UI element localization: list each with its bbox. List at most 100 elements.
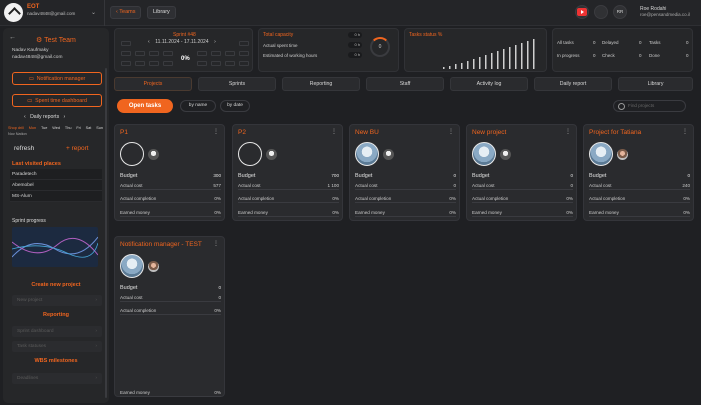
- member-avatar[interactable]: [266, 149, 277, 160]
- sprint-tile: [135, 51, 145, 56]
- sprint-tile: [211, 51, 221, 56]
- more-options-icon[interactable]: ⋮: [682, 128, 688, 135]
- project-title[interactable]: Project for Tatiana: [589, 129, 641, 136]
- project-card[interactable]: P2 ⋮ Budget 700 Actual cost 1 100 Actual c…: [232, 124, 343, 221]
- user-info[interactable]: Roe Rodahi roe@pensandmedia.co.il: [640, 6, 690, 17]
- budget-row: Budget 300: [120, 173, 221, 180]
- actual-cost-row: Actual cost 0: [120, 295, 221, 302]
- completion-value: 0%: [449, 196, 456, 201]
- sprint-nav[interactable]: ‹ 11.11.2024 - 17.11.2024 ›: [148, 39, 216, 45]
- earned-row: Earned money 0%: [472, 210, 573, 217]
- earned-value: 0%: [449, 210, 456, 215]
- breadcrumb-teams[interactable]: ‹ Teams: [110, 6, 142, 19]
- new-project-item[interactable]: New project: [12, 295, 102, 306]
- sprint-dashboard-item[interactable]: Sprint dashboard: [12, 326, 102, 337]
- spent-time-dashboard-button[interactable]: ▭ Spent time dashboard: [12, 94, 102, 107]
- estimated-hours-value: 0 h: [348, 52, 362, 58]
- project-title[interactable]: P1: [120, 129, 128, 136]
- notification-manager-button[interactable]: ▭ Notification manager: [12, 72, 102, 85]
- member-avatar[interactable]: [500, 149, 511, 160]
- open-tasks-button[interactable]: Open tasks: [117, 99, 173, 113]
- day-label[interactable]: Fri: [76, 126, 80, 130]
- project-card[interactable]: Notification manager - TEST ⋮ Budget 0 Ac…: [114, 236, 225, 397]
- day-label[interactable]: Wed: [52, 126, 60, 130]
- refresh-button[interactable]: refresh: [14, 145, 34, 152]
- list-item[interactable]: Abemobel: [10, 180, 102, 191]
- project-card[interactable]: New BU ⋮ Budget 0 Actual cost 0 Actual com…: [349, 124, 460, 221]
- sort-by-date-button[interactable]: by date: [220, 100, 250, 112]
- day-label[interactable]: Thu: [65, 126, 72, 130]
- tab-projects[interactable]: Projects: [114, 77, 192, 91]
- sidebar-scrollbar[interactable]: [105, 68, 107, 398]
- project-title[interactable]: New BU: [355, 129, 379, 136]
- member-avatar[interactable]: [148, 149, 159, 160]
- create-project-link[interactable]: Create new project: [3, 282, 109, 288]
- tab-staff[interactable]: Staff: [366, 77, 444, 91]
- earned-label: Earned money: [589, 210, 619, 215]
- list-item[interactable]: Paradetech: [10, 169, 102, 180]
- project-card[interactable]: Project for Tatiana ⋮ Budget 0 Actual cos…: [583, 124, 694, 221]
- more-options-icon[interactable]: ⋮: [448, 128, 454, 135]
- delayed-count: 0: [639, 40, 642, 45]
- user-avatar[interactable]: RR: [613, 5, 627, 19]
- project-card[interactable]: P1 ⋮ Budget 300 Actual cost 577 Actual com…: [114, 124, 225, 221]
- deadlines-item[interactable]: Deadlines: [12, 373, 102, 384]
- project-title[interactable]: Notification manager - TEST: [120, 241, 202, 248]
- project-title[interactable]: New project: [472, 129, 506, 136]
- collapse-sidebar-icon[interactable]: ←: [9, 34, 16, 41]
- tab-activity-log[interactable]: Activity log: [450, 77, 528, 91]
- list-item[interactable]: MS-Alum: [10, 191, 102, 202]
- top-bar: EOT nadav4848@gmail.com ⌄ ‹ Teams Librar…: [0, 0, 701, 26]
- daily-reports-nav[interactable]: ‹ Daily reports ›: [24, 114, 65, 120]
- sprint-tile: [211, 61, 221, 66]
- completion-row: Actual completion 0%: [120, 308, 221, 315]
- tab-library[interactable]: Library: [618, 77, 693, 91]
- search-input[interactable]: Find projects: [613, 100, 686, 112]
- more-options-icon[interactable]: ⋮: [565, 128, 571, 135]
- team-selector[interactable]: ⚙ Test Team: [36, 36, 76, 44]
- tab-sprints[interactable]: Sprints: [198, 77, 276, 91]
- day-label[interactable]: Mon: [29, 126, 36, 130]
- reporting-section-title: Reporting: [43, 312, 69, 318]
- tasks-status-title: Tasks status %: [409, 32, 443, 38]
- day-label[interactable]: Sun: [96, 126, 103, 130]
- member-avatar[interactable]: [383, 149, 394, 160]
- project-card[interactable]: New project ⋮ Budget 0 Actual cost 0 Actua…: [466, 124, 577, 221]
- earned-row: Earned money 0%: [589, 210, 690, 217]
- actual-cost-row: Actual cost 0: [472, 183, 573, 190]
- app-logo-icon[interactable]: [4, 3, 23, 22]
- tab-daily-report[interactable]: Daily report: [534, 77, 612, 91]
- member-avatar[interactable]: [617, 149, 628, 160]
- add-report-button[interactable]: + report: [66, 145, 89, 152]
- earned-label: Earned money: [472, 210, 502, 215]
- day-label[interactable]: Sat: [86, 126, 92, 130]
- completion-label: Actual completion: [238, 196, 275, 201]
- tab-reporting[interactable]: Reporting: [282, 77, 360, 91]
- sort-by-name-button[interactable]: by name: [180, 100, 216, 112]
- day-label[interactable]: Shop drill: [8, 126, 24, 130]
- more-options-icon[interactable]: ⋮: [331, 128, 337, 135]
- member-avatar[interactable]: [148, 261, 159, 272]
- estimated-hours-label: Estimated of working hours: [263, 53, 318, 58]
- divider: [104, 0, 105, 26]
- completion-label: Actual completion: [355, 196, 392, 201]
- budget-label: Budget: [238, 173, 256, 179]
- budget-row: Budget 0: [472, 173, 573, 180]
- task-statuses-item[interactable]: Task statuses: [12, 341, 102, 352]
- actual-cost-value: 0: [453, 183, 456, 188]
- breadcrumb-library[interactable]: Library: [147, 6, 176, 19]
- notifications-button[interactable]: [594, 5, 608, 19]
- tasks-status-chart: [443, 39, 535, 69]
- budget-row: Budget 700: [238, 173, 339, 180]
- sprint-tile: [121, 41, 131, 46]
- earned-row: Earned money 0%: [238, 210, 339, 217]
- chevron-down-icon[interactable]: ⌄: [91, 9, 96, 16]
- project-title[interactable]: P2: [238, 129, 246, 136]
- more-options-icon[interactable]: ⋮: [213, 240, 219, 247]
- organization-switcher[interactable]: EOT nadav4848@gmail.com: [27, 4, 75, 16]
- completion-label: Actual completion: [120, 308, 157, 313]
- more-options-icon[interactable]: ⋮: [213, 128, 219, 135]
- completion-value: 0%: [566, 196, 573, 201]
- day-label[interactable]: Tue: [41, 126, 47, 130]
- done-count: 0: [686, 53, 689, 58]
